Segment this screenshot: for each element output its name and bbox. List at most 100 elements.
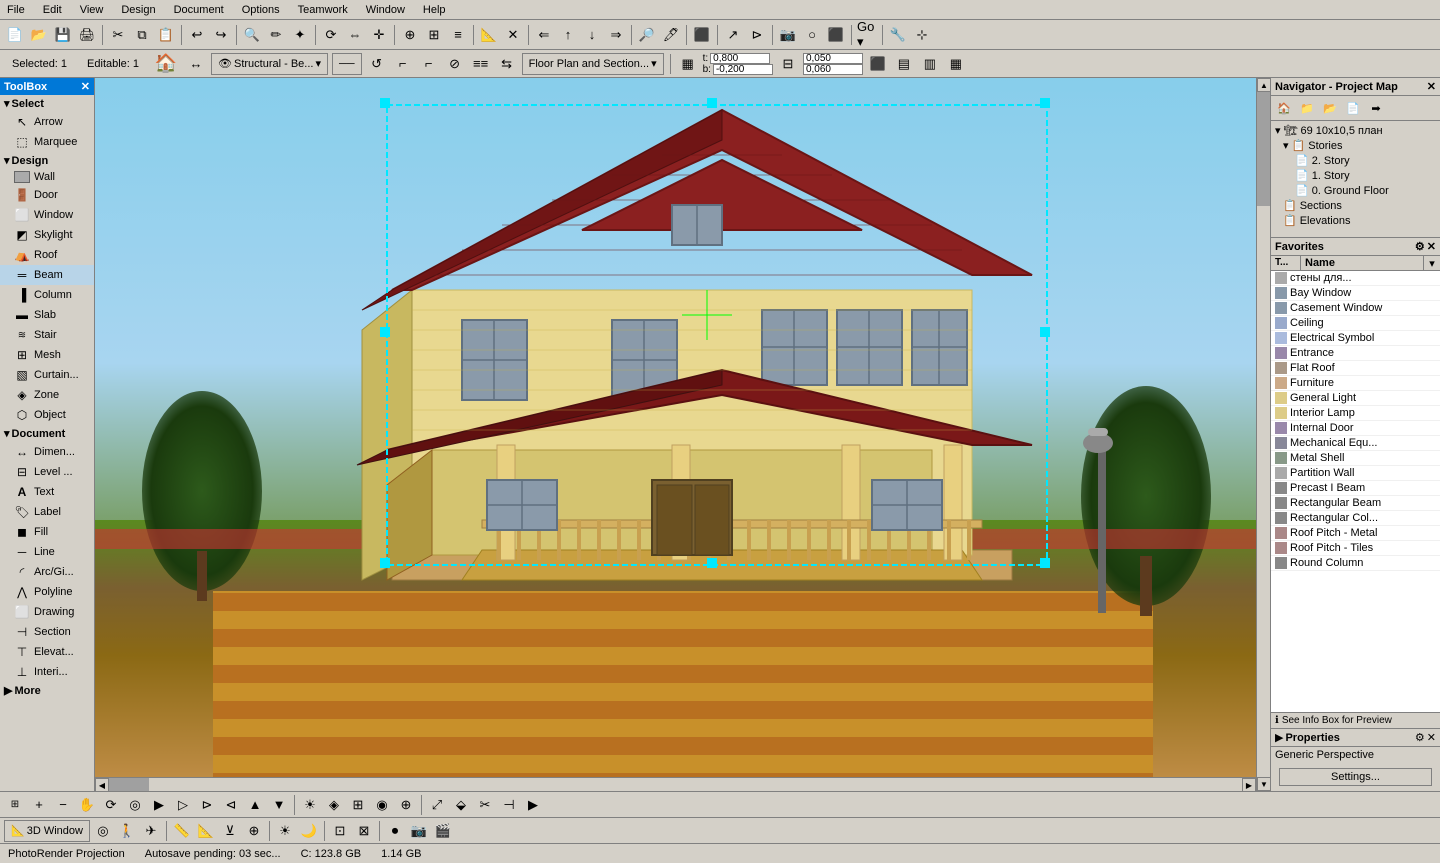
structural-filter[interactable]: 👁 Structural - Be... ▾	[211, 53, 328, 75]
properties-expand-icon[interactable]: ▶	[1275, 731, 1283, 744]
bt-render1[interactable]: ◈	[323, 794, 345, 816]
fav-item-6[interactable]: Flat Roof	[1271, 361, 1440, 376]
scroll-down-btn[interactable]: ▼	[1257, 777, 1270, 791]
camera-btn[interactable]: 📷	[777, 24, 799, 46]
extend-icon[interactable]: ⌐	[418, 53, 440, 75]
bt-render4[interactable]: ⊕	[395, 794, 417, 816]
menu-file[interactable]: File	[4, 3, 28, 17]
toolbox-item-door[interactable]: 🚪 Door	[0, 185, 94, 205]
fav-close-icon[interactable]: ✕	[1427, 240, 1436, 253]
bt2-walk[interactable]: 🚶	[116, 820, 138, 842]
print-button[interactable]: 🖨	[76, 24, 98, 46]
fav-item-11[interactable]: Mechanical Equ...	[1271, 436, 1440, 451]
bt2-photo[interactable]: 📷	[408, 820, 430, 842]
toolbox-item-zone[interactable]: ◈ Zone	[0, 385, 94, 405]
arrow2-icon[interactable]: ↔	[185, 53, 207, 75]
rotate-button[interactable]: ⟳	[320, 24, 342, 46]
view3d-button[interactable]: 📐	[478, 24, 500, 46]
nav-sections[interactable]: 📋 Sections	[1271, 198, 1440, 213]
toolbox-item-roof[interactable]: ⛺ Roof	[0, 245, 94, 265]
arrow-button[interactable]: ↗	[722, 24, 744, 46]
toolbox-item-stair[interactable]: ≋ Stair	[0, 325, 94, 345]
nav1-button[interactable]: ⇐	[533, 24, 555, 46]
toolbox-button[interactable]: 🔧	[887, 24, 909, 46]
zoom-button[interactable]: 🔎	[636, 24, 658, 46]
viewport[interactable]: ▲ ▼ ◀ ▶	[95, 78, 1270, 791]
bt2-measure1[interactable]: 📏	[171, 820, 193, 842]
fav-item-13[interactable]: Partition Wall	[1271, 466, 1440, 481]
x-button[interactable]: ✕	[502, 24, 524, 46]
new-button[interactable]: 📄	[4, 24, 26, 46]
nav-story0[interactable]: 📄 0. Ground Floor	[1271, 183, 1440, 198]
nav2-button[interactable]: ↑	[557, 24, 579, 46]
bt-view3[interactable]: ⊳	[196, 794, 218, 816]
fav-item-7[interactable]: Furniture	[1271, 376, 1440, 391]
right-input1[interactable]	[803, 53, 863, 64]
bt-explode[interactable]: ⤢	[426, 794, 448, 816]
fav-item-18[interactable]: Roof Pitch - Tiles	[1271, 541, 1440, 556]
floor-plan-btn[interactable]: Floor Plan and Section... ▾	[522, 53, 664, 75]
bt-rotate[interactable]: ⟳	[100, 794, 122, 816]
fav-item-4[interactable]: Electrical Symbol	[1271, 331, 1440, 346]
menu-teamwork[interactable]: Teamwork	[295, 3, 351, 17]
save-button[interactable]: 💾	[52, 24, 74, 46]
bt-view5[interactable]: ▲	[244, 794, 266, 816]
bt2-xray[interactable]: ⊡	[329, 820, 351, 842]
toolbox-item-window[interactable]: ⬜ Window	[0, 205, 94, 225]
fav-item-17[interactable]: Roof Pitch - Metal	[1271, 526, 1440, 541]
bt2-fly[interactable]: ✈	[140, 820, 162, 842]
bt-zoom-out[interactable]: −	[52, 794, 74, 816]
3d-view-icon[interactable]: 🏠	[151, 52, 181, 76]
elevation-icon[interactable]: ⊟	[777, 53, 799, 75]
move-button[interactable]: ✛	[368, 24, 390, 46]
bt-shadow[interactable]: ⬙	[450, 794, 472, 816]
toolbox-item-arcgi[interactable]: ◜ Arc/Gi...	[0, 562, 94, 582]
bt-section[interactable]: ⊣	[498, 794, 520, 816]
toolbox-item-column[interactable]: ▐ Column	[0, 285, 94, 305]
toolbox-item-drawing[interactable]: ⬜ Drawing	[0, 602, 94, 622]
move2-icon[interactable]: ⇆	[496, 53, 518, 75]
scroll-thumb[interactable]	[1257, 92, 1270, 206]
bt2-hide[interactable]: ⊠	[353, 820, 375, 842]
design-section[interactable]: ▾ Design	[0, 152, 94, 169]
layer-button[interactable]: ≡	[447, 24, 469, 46]
see-info-row[interactable]: ℹ See Info Box for Preview	[1271, 712, 1440, 728]
nav-arrow-btn[interactable]: ➡	[1365, 98, 1387, 118]
bt2-view1[interactable]: ◎	[92, 820, 114, 842]
menu-view[interactable]: View	[77, 3, 107, 17]
fav-col-type[interactable]: T...	[1271, 256, 1301, 270]
b-input[interactable]	[713, 64, 773, 75]
go-button[interactable]: Go ▾	[856, 24, 878, 46]
toolbox-item-skylight[interactable]: ◩ Skylight	[0, 225, 94, 245]
menu-edit[interactable]: Edit	[40, 3, 65, 17]
elev2-icon[interactable]: ⬛	[867, 53, 889, 75]
fav-item-15[interactable]: Rectangular Beam	[1271, 496, 1440, 511]
menu-window[interactable]: Window	[363, 3, 408, 17]
toolbox-item-curtain[interactable]: ▧ Curtain...	[0, 365, 94, 385]
fav-item-14[interactable]: Precast I Beam	[1271, 481, 1440, 496]
bt2-gravity[interactable]: ⊻	[219, 820, 241, 842]
copy-button[interactable]: ⧉	[131, 24, 153, 46]
toolbox-item-wall[interactable]: Wall	[0, 169, 94, 185]
bt-view4[interactable]: ⊲	[220, 794, 242, 816]
sphere-btn[interactable]: ○	[801, 24, 823, 46]
toolbox-item-dimen[interactable]: ↔ Dimen...	[0, 442, 94, 462]
more-section[interactable]: ▶ More	[0, 682, 94, 699]
fav-item-10[interactable]: Internal Door	[1271, 421, 1440, 436]
cube-btn[interactable]: ⬛	[825, 24, 847, 46]
fav-item-2[interactable]: Casement Window	[1271, 301, 1440, 316]
magic-button[interactable]: ✦	[289, 24, 311, 46]
bt-pan[interactable]: ✋	[76, 794, 98, 816]
wall-icon2[interactable]: ▦	[677, 53, 699, 75]
nav-folder2-btn[interactable]: 📂	[1319, 98, 1341, 118]
bt-view1[interactable]: ▶	[148, 794, 170, 816]
viewport-vscrollbar[interactable]: ▲ ▼	[1256, 78, 1270, 791]
bt2-record[interactable]: ⏺	[384, 820, 406, 842]
fav-settings-icon[interactable]: ⚙	[1415, 240, 1425, 253]
bt-zoom-in[interactable]: +	[28, 794, 50, 816]
select-section[interactable]: ▾ Select	[0, 95, 94, 112]
find-button[interactable]: 🔍	[241, 24, 263, 46]
pointer-button[interactable]: ⊳	[746, 24, 768, 46]
snap-button[interactable]: ⊕	[399, 24, 421, 46]
bt-sun[interactable]: ☀	[299, 794, 321, 816]
